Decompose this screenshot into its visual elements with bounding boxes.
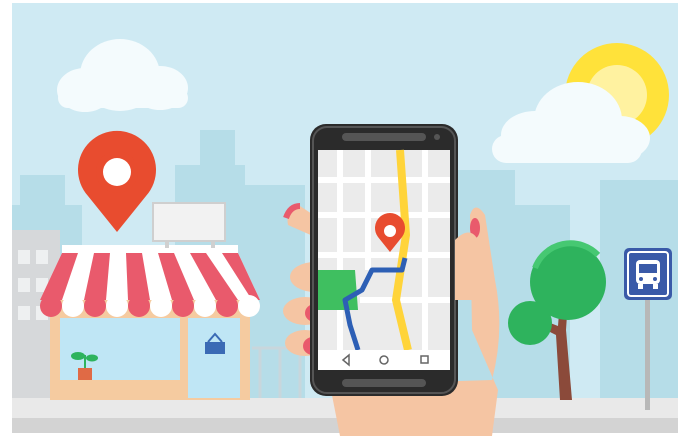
local-search-illustration	[0, 0, 690, 436]
shop-signboard	[152, 202, 226, 242]
speaker-grille-bottom	[342, 379, 426, 387]
smartphone	[310, 124, 458, 396]
thumb	[455, 232, 478, 300]
illustration-canvas	[12, 3, 678, 436]
android-nav-bar	[318, 350, 450, 370]
shop-door	[188, 318, 240, 398]
speaker-grille-top	[342, 133, 426, 141]
map-park	[318, 270, 358, 310]
open-sign	[205, 342, 225, 354]
